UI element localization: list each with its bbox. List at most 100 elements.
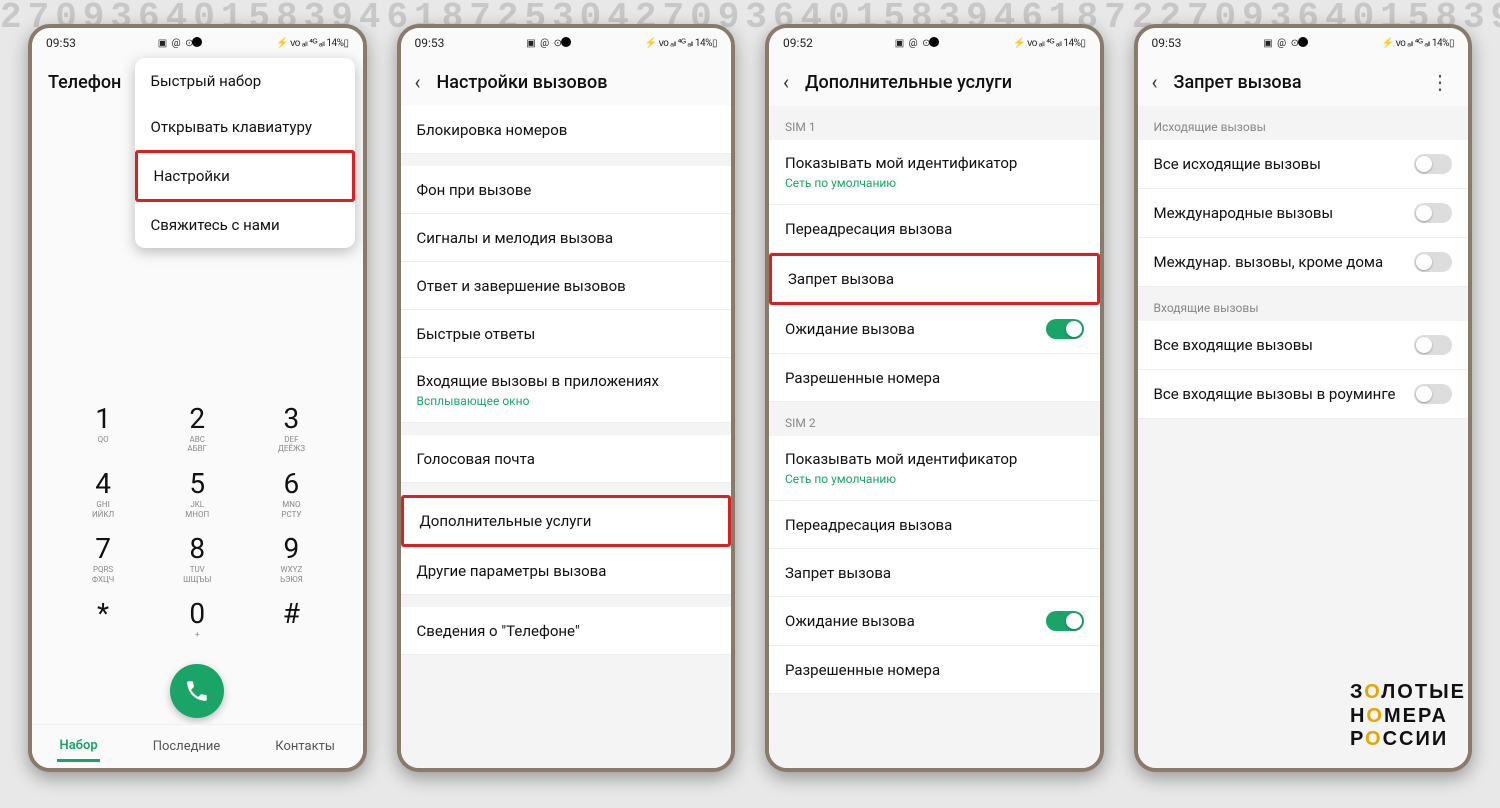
status-bar: 09:53 ▣ @ ⊙ ⚡ ᴠᴏ ₐₗₗ ⁴ᴳ ₐₗₗ 14%▯	[401, 28, 732, 58]
settings-row[interactable]: Голосовая почта	[401, 435, 732, 483]
section-header: Исходящие вызовы	[1138, 106, 1469, 140]
dialpad-key-6[interactable]: 6MNO РСТУ	[244, 470, 338, 519]
dialpad-key-7[interactable]: 7PQRS ФХЦЧ	[56, 535, 150, 584]
row-label: Показывать мой идентификатор	[785, 450, 1017, 468]
row-label: Ожидание вызова	[785, 320, 915, 338]
barring-row[interactable]: Международные вызовы	[1138, 189, 1469, 238]
row-sublabel: Всплывающее окно	[417, 394, 659, 408]
service-row[interactable]: Запрет вызова	[769, 253, 1100, 305]
dialpad-key-3[interactable]: 3DEF ДЕЁЖЗ	[244, 405, 338, 454]
page-title: Настройки вызовов	[437, 72, 717, 93]
toggle-switch[interactable]	[1414, 154, 1452, 174]
row-label: Входящие вызовы в приложениях	[417, 372, 659, 390]
dialpad-key-5[interactable]: 5JKL МНОП	[150, 470, 244, 519]
status-right: ⚡ ᴠᴏ ₐₗₗ ⁴ᴳ ₐₗₗ 14%▯	[645, 38, 717, 49]
row-label: Разрешенные номера	[785, 661, 940, 679]
settings-row[interactable]: Блокировка номеров	[401, 106, 732, 154]
barring-row[interactable]: Все входящие вызовы	[1138, 321, 1469, 370]
toggle-switch[interactable]	[1414, 384, 1452, 404]
dialpad-key-*[interactable]: *	[56, 600, 150, 640]
section-header: Входящие вызовы	[1138, 287, 1469, 321]
row-label: Сигналы и мелодия вызова	[417, 229, 614, 247]
barring-list: Исходящие вызовыВсе исходящие вызовыМежд…	[1138, 106, 1469, 768]
row-label: Другие параметры вызова	[417, 562, 607, 580]
status-right: ⚡ ᴠᴏ ₐₗₗ ⁴ᴳ ₐₗₗ 14%▯	[1382, 38, 1454, 49]
service-row[interactable]: Показывать мой идентификаторСеть по умол…	[769, 140, 1100, 205]
service-row[interactable]: Ожидание вызова	[769, 597, 1100, 646]
row-label: Запрет вызова	[788, 270, 894, 288]
menu-settings[interactable]: Настройки	[135, 150, 355, 202]
status-left-icons: ▣ @ ⊙	[895, 38, 932, 49]
row-label: Фон при вызове	[417, 181, 532, 199]
back-icon[interactable]: ‹	[1152, 70, 1158, 94]
phone-3-supplementary-services: 09:52 ▣ @ ⊙ ⚡ ᴠᴏ ₐₗₗ ⁴ᴳ ₐₗₗ 14%▯ ‹ Допол…	[765, 24, 1104, 772]
row-sublabel: Сеть по умолчанию	[785, 176, 1017, 190]
service-row[interactable]: Разрешенные номера	[769, 354, 1100, 402]
row-label: Переадресация вызова	[785, 220, 952, 238]
services-list: SIM 1 Показывать мой идентификатор Сеть по…	[769, 106, 1100, 768]
barring-row[interactable]: Междунар. вызовы, кроме дома	[1138, 238, 1469, 287]
row-label: Все входящие вызовы в роуминге	[1154, 385, 1396, 403]
front-camera-hole	[1298, 37, 1308, 47]
row-label: Голосовая почта	[417, 450, 535, 468]
tab-recent[interactable]: Последние	[151, 733, 223, 760]
dialpad-key-#[interactable]: #	[244, 600, 338, 640]
back-icon[interactable]: ‹	[415, 70, 421, 94]
dialpad-key-9[interactable]: 9WXYZ ЬЭЮЯ	[244, 535, 338, 584]
phone-1-dialer: 09:53 ▣ @ ⊙ ⚡ ᴠᴏ ₐₗₗ ⁴ᴳ ₐₗₗ 14%▯ Телефон…	[28, 24, 367, 772]
row-label: Сведения о "Телефоне"	[417, 622, 580, 640]
bottom-tabs: Набор Последние Контакты	[32, 724, 363, 768]
toggle-switch[interactable]	[1414, 335, 1452, 355]
row-label: Запрет вызова	[785, 564, 891, 582]
section-header: SIM 2	[769, 402, 1100, 436]
settings-row[interactable]: Быстрые ответы	[401, 310, 732, 358]
dialpad-key-2[interactable]: 2ABC АБВГ	[150, 405, 244, 454]
toggle-switch[interactable]	[1414, 252, 1452, 272]
service-row[interactable]: Показывать мой идентификатор Сеть по умол…	[769, 436, 1100, 501]
barring-row[interactable]: Все исходящие вызовы	[1138, 140, 1469, 189]
row-label: Ожидание вызова	[785, 612, 915, 630]
more-vert-icon[interactable]: ⋮	[1430, 70, 1454, 94]
menu-open-keyboard[interactable]: Открывать клавиатуру	[135, 104, 355, 150]
brand-logo: ЗОЛОТЫЕ НОМЕРА РОССИИ	[1350, 681, 1466, 752]
settings-row[interactable]: Дополнительные услуги	[401, 495, 732, 547]
settings-row[interactable]: Другие параметры вызова	[401, 547, 732, 595]
settings-row[interactable]: Сведения о "Телефоне"	[401, 607, 732, 655]
back-icon[interactable]: ‹	[783, 70, 789, 94]
row-label: Быстрые ответы	[417, 325, 536, 343]
status-bar: 09:53 ▣ @ ⊙ ⚡ ᴠᴏ ₐₗₗ ⁴ᴳ ₐₗₗ 14%▯	[32, 28, 363, 58]
service-row[interactable]: Переадресация вызова	[769, 205, 1100, 253]
settings-row[interactable]: Фон при вызове	[401, 166, 732, 214]
dialpad-key-4[interactable]: 4GHI ИЙКЛ	[56, 470, 150, 519]
overflow-menu: Быстрый набор Открывать клавиатуру Настр…	[135, 58, 355, 248]
status-bar: 09:52 ▣ @ ⊙ ⚡ ᴠᴏ ₐₗₗ ⁴ᴳ ₐₗₗ 14%▯	[769, 28, 1100, 58]
app-bar: ‹ Настройки вызовов	[401, 58, 732, 106]
settings-row[interactable]: Ответ и завершение вызовов	[401, 262, 732, 310]
tab-dial[interactable]: Набор	[57, 732, 99, 762]
service-row[interactable]: Ожидание вызова	[769, 305, 1100, 354]
page-title: Запрет вызова	[1174, 72, 1414, 93]
section-header: SIM 1	[769, 106, 1100, 140]
row-sublabel: Сеть по умолчанию	[785, 472, 1017, 486]
toggle-switch[interactable]	[1046, 611, 1084, 631]
barring-row[interactable]: Все входящие вызовы в роуминге	[1138, 370, 1469, 419]
settings-list: Блокировка номеров Фон при вызове Сигналы …	[401, 106, 732, 768]
dialpad-key-1[interactable]: 1QO	[56, 405, 150, 454]
settings-row[interactable]: Сигналы и мелодия вызова	[401, 214, 732, 262]
settings-row[interactable]: Входящие вызовы в приложениях Всплывающее…	[401, 358, 732, 423]
row-label: Переадресация вызова	[785, 516, 952, 534]
status-time: 09:53	[415, 36, 445, 50]
tab-contacts[interactable]: Контакты	[273, 733, 337, 760]
menu-speed-dial[interactable]: Быстрый набор	[135, 58, 355, 104]
menu-contact-us[interactable]: Свяжитесь с нами	[135, 202, 355, 248]
toggle-switch[interactable]	[1414, 203, 1452, 223]
toggle-switch[interactable]	[1046, 319, 1084, 339]
service-row[interactable]: Разрешенные номера	[769, 646, 1100, 694]
service-row[interactable]: Переадресация вызова	[769, 501, 1100, 549]
dialpad-key-8[interactable]: 8TUV ШЩЪЫ	[150, 535, 244, 584]
row-label: Ответ и завершение вызовов	[417, 277, 626, 295]
status-time: 09:53	[46, 36, 76, 50]
call-button[interactable]	[170, 664, 224, 718]
dialpad-key-0[interactable]: 0+	[150, 600, 244, 640]
service-row[interactable]: Запрет вызова	[769, 549, 1100, 597]
